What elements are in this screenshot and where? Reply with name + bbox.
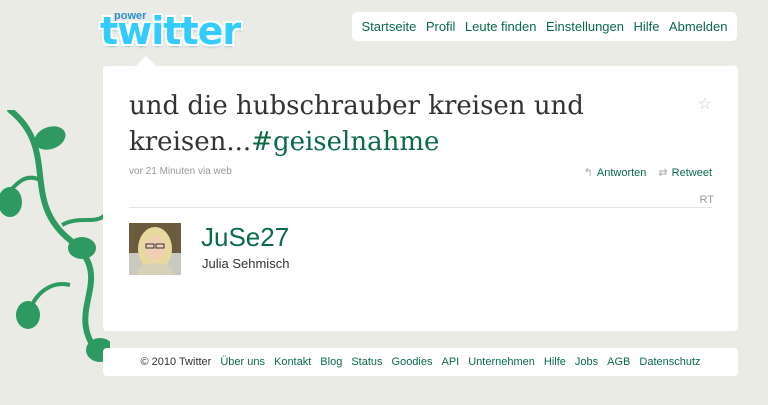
user-screen-name[interactable]: JuSe27 [201,222,289,253]
hashtag-link[interactable]: #geiselnahme [251,127,439,157]
top-navigation: Startseite Profil Leute finden Einstellu… [352,12,737,41]
reply-icon: ↰ [583,167,593,179]
retweet-icon: ⇄ [658,167,668,179]
footer-link-api[interactable]: API [442,356,460,368]
tweet-actions: ↰ Antworten ⇄ Retweet [584,166,712,179]
retweet-label: Retweet [671,167,712,179]
user-real-name: Julia Sehmisch [202,256,290,271]
footer-copyright: © 2010 Twitter [140,356,212,368]
avatar[interactable] [129,223,181,275]
reply-label: Antworten [596,167,647,179]
logo-wordmark: twitter [100,9,241,53]
nav-logout[interactable]: Abmelden [669,19,728,34]
twitter-logo[interactable]: power twitter [100,6,270,53]
rt-label[interactable]: RT [700,194,714,206]
vine-decoration [0,110,110,362]
retweet-button[interactable]: ⇄ Retweet [658,166,712,179]
reply-button[interactable]: ↰ Antworten [584,166,647,179]
divider [129,207,712,208]
footer-link-privacy[interactable]: Datenschutz [639,356,700,368]
nav-home[interactable]: Startseite [361,19,416,34]
avatar-image [129,223,181,275]
footer-link-help[interactable]: Hilfe [544,356,566,368]
card-pointer [136,56,156,66]
footer-link-goodies[interactable]: Goodies [392,356,433,368]
nav-help[interactable]: Hilfe [633,19,659,34]
footer-link-status[interactable]: Status [351,356,382,368]
nav-profile[interactable]: Profil [426,19,456,34]
tweet-timestamp[interactable]: vor 21 Minuten [129,166,195,177]
star-icon[interactable]: ☆ [698,94,712,114]
footer-link-jobs[interactable]: Jobs [575,356,598,368]
footer-link-business[interactable]: Unternehmen [468,356,535,368]
footer-link-blog[interactable]: Blog [320,356,342,368]
tweet-card: und die hubschrauber kreisen und kreisen… [103,66,738,331]
footer-link-terms[interactable]: AGB [607,356,630,368]
footer: © 2010 Twitter Über uns Kontakt Blog Sta… [103,348,738,376]
tweet-meta: vor 21 Minuten via web [129,166,232,177]
tweet-source[interactable]: web [214,166,232,177]
nav-find-people[interactable]: Leute finden [465,19,537,34]
tweet-text: und die hubschrauber kreisen und kreisen… [129,88,689,160]
via-label: via [197,166,211,177]
nav-settings[interactable]: Einstellungen [546,19,624,34]
footer-link-contact[interactable]: Kontakt [274,356,311,368]
footer-link-about[interactable]: Über uns [220,356,265,368]
